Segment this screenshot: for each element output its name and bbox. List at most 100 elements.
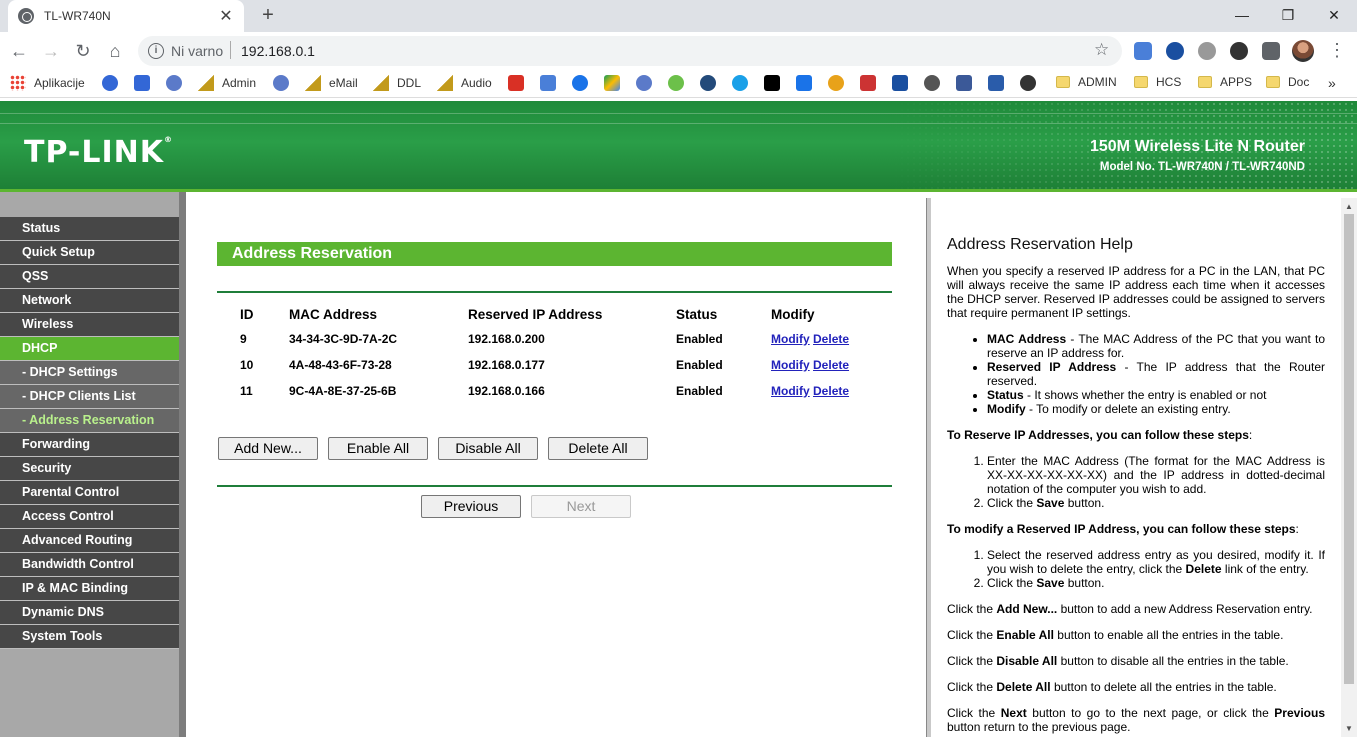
delete-link[interactable]: Delete — [813, 332, 849, 346]
bookmark-audio[interactable]: Audio — [437, 75, 492, 91]
bookmark-admin[interactable]: Admin — [198, 75, 256, 91]
tp-link-logo: TP-LINK® — [24, 135, 174, 170]
help-reserve-heading: To Reserve IP Addresses, you can follow … — [947, 428, 1253, 442]
home-button[interactable]: ⌂ — [104, 40, 126, 62]
network-bookmark-icon[interactable] — [636, 75, 652, 91]
wifi-bookmark-icon[interactable] — [796, 75, 812, 91]
help-note: Click the Delete All button to delete al… — [947, 680, 1277, 694]
bookmark-folder-admin[interactable]: ADMIN — [1056, 75, 1117, 89]
gear-bookmark-icon[interactable] — [102, 75, 118, 91]
scroll-down-icon[interactable]: ▼ — [1345, 724, 1353, 733]
extensions-puzzle-icon[interactable] — [1262, 42, 1280, 60]
translate-extension-icon[interactable] — [1134, 42, 1152, 60]
ip-extension-icon[interactable] — [1166, 42, 1184, 60]
menu-item-wireless[interactable]: Wireless — [0, 313, 179, 337]
menu-item-advanced-routing[interactable]: Advanced Routing — [0, 529, 179, 553]
u-bookmark-icon[interactable] — [700, 75, 716, 91]
ball-bookmark-icon[interactable] — [828, 75, 844, 91]
reservation-table: ID MAC Address Reserved IP Address Statu… — [226, 302, 891, 404]
menu-item-ip-mac-binding[interactable]: IP & MAC Binding — [0, 577, 179, 601]
info-icon[interactable]: i — [148, 43, 164, 59]
menu-item-dhcp-clients-list[interactable]: - DHCP Clients List — [0, 385, 179, 409]
help-panel: Address Reservation Help When you specif… — [931, 198, 1341, 737]
bookmark-folder-apps[interactable]: APPS — [1198, 75, 1252, 89]
back-button[interactable]: ← — [8, 40, 30, 62]
maximize-button[interactable]: ❐ — [1265, 0, 1311, 32]
menu-item-bandwidth-control[interactable]: Bandwidth Control — [0, 553, 179, 577]
bookmark-folder-doc[interactable]: Doc — [1266, 75, 1309, 89]
cell-status: Enabled — [676, 358, 723, 372]
bookmark-star-icon[interactable]: ☆ — [1094, 40, 1109, 60]
previous-button[interactable]: Previous — [421, 495, 521, 518]
cell-mac: 4A-48-43-6F-73-28 — [289, 358, 392, 372]
ip-bookmark-icon[interactable] — [764, 75, 780, 91]
circle-bookmark-icon[interactable] — [732, 75, 748, 91]
bookmark-email[interactable]: eMail — [305, 75, 358, 91]
delete-all-button[interactable]: Delete All — [548, 437, 648, 460]
globe-extension-icon[interactable] — [1198, 42, 1216, 60]
browser-menu-icon[interactable]: ⋮ — [1328, 40, 1346, 61]
translate-bookmark-icon[interactable] — [540, 75, 556, 91]
drive-bookmark-icon[interactable] — [604, 75, 620, 91]
network-bookmark-icon[interactable] — [166, 75, 182, 91]
modify-link[interactable]: Modify — [771, 384, 810, 398]
minimize-button[interactable]: — — [1219, 0, 1265, 32]
add-new-button[interactable]: Add New... — [218, 437, 318, 460]
modify-link[interactable]: Modify — [771, 332, 810, 346]
next-button[interactable]: Next — [531, 495, 631, 518]
column-header-ip: Reserved IP Address — [468, 306, 603, 322]
profile-avatar[interactable] — [1292, 40, 1314, 62]
ip-bookmark-icon[interactable] — [892, 75, 908, 91]
card-bookmark-icon[interactable] — [860, 75, 876, 91]
cloud-bookmark-icon[interactable] — [572, 75, 588, 91]
menu-item-qss[interactable]: QSS — [0, 265, 179, 289]
gauge-bookmark-icon[interactable] — [924, 75, 940, 91]
menu-item-dhcp-settings[interactable]: - DHCP Settings — [0, 361, 179, 385]
tracker-extension-icon[interactable] — [1230, 42, 1248, 60]
cell-status: Enabled — [676, 332, 723, 346]
gmail-bookmark-icon[interactable] — [508, 75, 524, 91]
puzzle-bookmark-icon[interactable] — [134, 75, 150, 91]
close-tab-icon[interactable]: ✕ — [218, 6, 234, 26]
scroll-up-icon[interactable]: ▲ — [1345, 202, 1353, 211]
delete-link[interactable]: Delete — [813, 358, 849, 372]
bookmark-apps[interactable]: Aplikacije — [10, 75, 85, 91]
menu-item-status[interactable]: Status — [0, 217, 179, 241]
forward-button[interactable]: → — [40, 40, 62, 62]
sync-bookmark-icon[interactable] — [668, 75, 684, 91]
bookmark-ddl[interactable]: DDL — [373, 75, 421, 91]
modify-link[interactable]: Modify — [771, 358, 810, 372]
menu-item-dhcp[interactable]: DHCP — [0, 337, 179, 361]
cell-ip: 192.168.0.200 — [468, 332, 545, 346]
delete-link[interactable]: Delete — [813, 384, 849, 398]
disable-all-button[interactable]: Disable All — [438, 437, 538, 460]
new-tab-button[interactable]: + — [256, 4, 280, 28]
menu-item-network[interactable]: Network — [0, 289, 179, 313]
help-definitions: MAC Address - The MAC Address of the PC … — [987, 332, 1325, 416]
menu-item-system-tools[interactable]: System Tools — [0, 625, 179, 649]
mask-bookmark-icon[interactable] — [1020, 75, 1036, 91]
menu-item-access-control[interactable]: Access Control — [0, 505, 179, 529]
help-scrollbar-thumb[interactable] — [1344, 214, 1354, 684]
divider-top — [217, 291, 892, 293]
menu-item-dynamic-dns[interactable]: Dynamic DNS — [0, 601, 179, 625]
url-text[interactable]: 192.168.0.1 — [241, 43, 315, 59]
browser-tab[interactable]: TL-WR740N ✕ — [8, 0, 244, 32]
enable-all-button[interactable]: Enable All — [328, 437, 428, 460]
menu-item-parental-control[interactable]: Parental Control — [0, 481, 179, 505]
close-window-button[interactable]: ✕ — [1311, 0, 1357, 32]
apps-grid-icon — [10, 75, 26, 91]
tab-title: TL-WR740N — [44, 9, 111, 23]
sum-bookmark-icon[interactable] — [988, 75, 1004, 91]
reload-button[interactable]: ↻ — [72, 40, 94, 62]
menu-item-forwarding[interactable]: Forwarding — [0, 433, 179, 457]
menu-item-security[interactable]: Security — [0, 457, 179, 481]
bookmarks-overflow-button[interactable]: » — [1328, 75, 1336, 91]
security-label[interactable]: Ni varno — [171, 43, 223, 59]
facebook-bookmark-icon[interactable] — [956, 75, 972, 91]
menu-item-quick-setup[interactable]: Quick Setup — [0, 241, 179, 265]
model-number: Model No. TL-WR740N / TL-WR740ND — [1099, 161, 1305, 173]
menu-item-address-reservation[interactable]: - Address Reservation — [0, 409, 179, 433]
network-bookmark-icon[interactable] — [273, 75, 289, 91]
bookmark-folder-hcs[interactable]: HCS — [1134, 75, 1181, 89]
